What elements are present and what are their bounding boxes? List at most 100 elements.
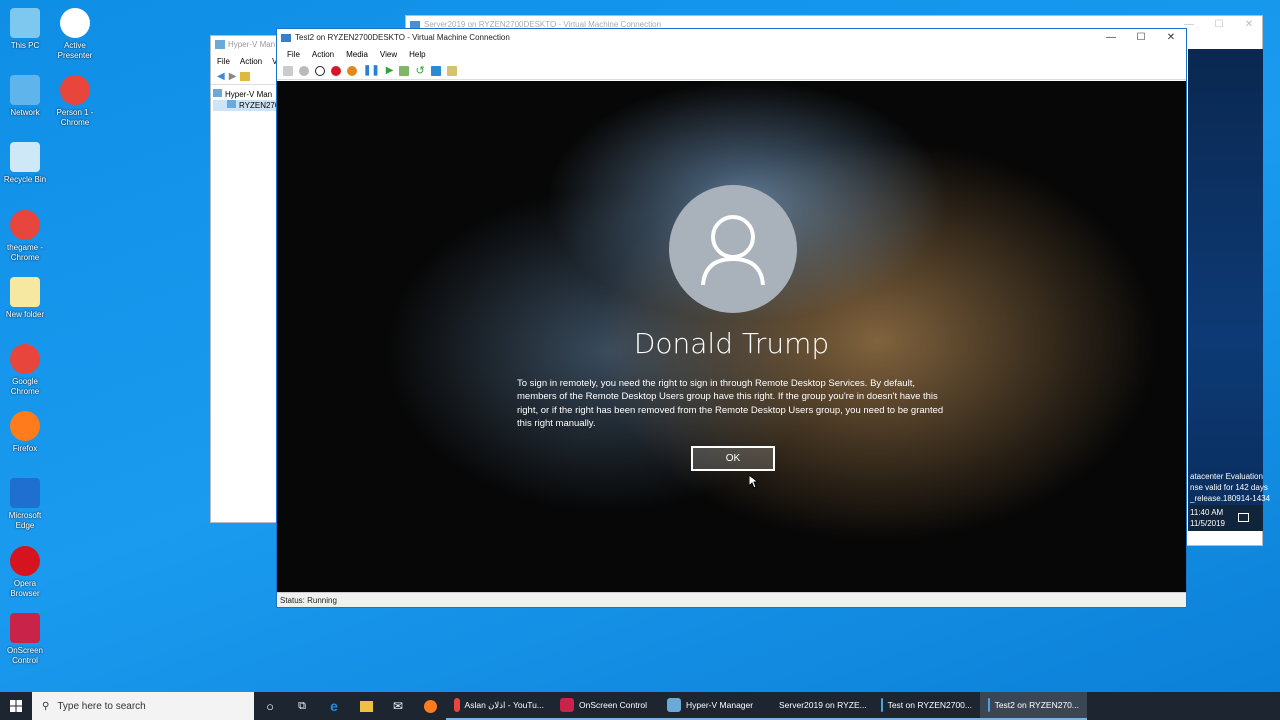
computer-icon [10, 8, 40, 38]
desktop-icon-label: Google Chrome [10, 377, 40, 396]
taskbar-app-button[interactable]: Hyper-V Manager [659, 692, 766, 720]
desktop-icon-label: Microsoft Edge [8, 511, 42, 530]
app-icon [560, 698, 574, 712]
menu-media[interactable]: Media [342, 50, 376, 59]
mouse-cursor-icon [749, 475, 759, 489]
watermark-line: nse valid for 142 days [1190, 483, 1268, 492]
desktop-icon[interactable]: Active Presenter [50, 8, 100, 61]
activepresenter-icon [60, 8, 90, 38]
maximize-button[interactable]: ☐ [1204, 16, 1234, 33]
clock-time: 11:40 AM [1190, 508, 1224, 517]
start-button[interactable] [0, 692, 32, 720]
vm-screen[interactable]: atacenter Evaluation nse valid for 142 d… [1188, 49, 1270, 531]
ok-button[interactable]: OK [691, 446, 775, 471]
shutdown-icon[interactable] [331, 65, 341, 76]
start-icon[interactable] [299, 65, 309, 76]
desktop-icon[interactable]: Network [0, 75, 50, 118]
checkpoint-icon[interactable] [399, 65, 410, 76]
taskbar: ⚲ Type here to search ○ ⧉ e ✉ Aslan اذلان… [0, 692, 1280, 720]
desktop-icon-label: OnScreen Control [6, 646, 44, 665]
menu-help[interactable]: Help [405, 50, 433, 59]
cortana-icon[interactable]: ○ [254, 699, 286, 714]
forward-icon[interactable]: ▶ [229, 71, 237, 82]
menu-view[interactable]: View [376, 50, 405, 59]
desktop-icon[interactable]: OnScreen Control [0, 613, 50, 666]
desktop-icon[interactable]: New folder [0, 277, 50, 320]
firefox-icon[interactable] [414, 699, 446, 713]
taskbar-app-button[interactable]: Test on RYZEN2700... [873, 692, 980, 720]
minimize-button[interactable]: — [1096, 29, 1126, 46]
taskbar-app-button[interactable]: Server2019 on RYZE... [766, 692, 873, 720]
clock-date: 11/5/2019 [1190, 519, 1225, 528]
edge-icon [10, 478, 40, 508]
taskbar-app-button[interactable]: Test2 on RYZEN270... [980, 692, 1087, 720]
desktop-icon[interactable]: thegame - Chrome [0, 210, 50, 263]
desktop-icon[interactable]: Person 1 - Chrome [50, 75, 100, 128]
up-folder-icon[interactable] [240, 72, 251, 81]
desktop-icon-label: This PC [10, 41, 40, 50]
pause-icon[interactable]: ❚❚ [363, 65, 380, 76]
desktop-icon[interactable]: Firefox [0, 411, 50, 454]
ctrl-alt-del-icon[interactable] [283, 65, 293, 76]
mail-icon[interactable]: ✉ [382, 699, 414, 713]
share-icon[interactable] [446, 65, 457, 76]
monitor-icon [281, 33, 291, 42]
menu-file[interactable]: File [283, 50, 308, 59]
hyperv-icon [215, 40, 225, 49]
desktop-icon[interactable]: Microsoft Edge [0, 478, 50, 531]
close-button[interactable]: ✕ [1156, 29, 1186, 46]
revert-icon[interactable]: ↺ [415, 64, 424, 77]
desktop-icon-label: Opera Browser [10, 579, 40, 598]
maximize-button[interactable]: ☐ [1126, 29, 1156, 46]
watermark-line: _release.180914-1434 [1190, 494, 1271, 503]
edge-icon[interactable]: e [318, 698, 350, 714]
app-label: Test2 on RYZEN270... [994, 700, 1079, 710]
resume-icon[interactable]: ▶ [386, 65, 394, 76]
network-icon [10, 75, 40, 105]
window-title: Test2 on RYZEN2700DESKTO - Virtual Machi… [295, 33, 510, 42]
status-bar: Status: Running [277, 592, 1186, 607]
desktop-icon-label: Active Presenter [57, 41, 93, 60]
back-icon[interactable]: ◀ [217, 71, 225, 82]
desktop-icon-label: Recycle Bin [3, 175, 47, 184]
taskbar-search-input[interactable]: ⚲ Type here to search [32, 692, 254, 720]
recycle-bin-icon [10, 142, 40, 172]
test2-vm-window[interactable]: Test2 on RYZEN2700DESKTO - Virtual Machi… [276, 28, 1187, 608]
toolbar: ❚❚ ▶ ↺ [277, 62, 1186, 80]
turn-off-icon[interactable] [315, 65, 325, 76]
desktop-icon[interactable]: This PC [0, 8, 50, 51]
desktop-icon-label: thegame - Chrome [6, 243, 44, 262]
save-state-icon[interactable] [347, 65, 357, 76]
menu-action[interactable]: Action [308, 50, 342, 59]
enhanced-session-icon[interactable] [430, 65, 441, 76]
chrome-icon [10, 344, 40, 374]
desktop-icon-label: Network [10, 108, 40, 117]
file-explorer-icon[interactable] [350, 700, 382, 712]
app-label: Test on RYZEN2700... [887, 700, 972, 710]
app-icon [454, 698, 460, 712]
desktop-icon-label: Firefox [12, 444, 38, 453]
desktop-icon[interactable]: Opera Browser [0, 546, 50, 599]
task-view-icon[interactable]: ⧉ [286, 700, 318, 713]
taskbar-app-button[interactable]: Aslan اذلان - YouTu... [446, 692, 552, 720]
search-placeholder: Type here to search [57, 700, 146, 712]
menu-action[interactable]: Action [240, 57, 262, 66]
desktop-icon[interactable]: Recycle Bin [0, 142, 50, 185]
status-text: Status: Running [280, 596, 337, 605]
window-title: Hyper-V Man [228, 40, 276, 49]
chrome-icon [10, 210, 40, 240]
close-button[interactable]: ✕ [1234, 16, 1264, 33]
menu-bar: File Action Media View Help [277, 46, 1186, 62]
taskbar-app-button[interactable]: OnScreen Control [552, 692, 659, 720]
app-label: Hyper-V Manager [686, 700, 754, 710]
vm-screen[interactable]: Donald Trump To sign in remotely, you ne… [277, 81, 1186, 593]
notification-icon[interactable] [1238, 513, 1249, 522]
menu-file[interactable]: File [217, 57, 230, 66]
app-label: Aslan اذلان - YouTu... [464, 699, 544, 710]
app-label: OnScreen Control [579, 700, 648, 710]
app-label: Server2019 on RYZE... [779, 700, 867, 710]
watermark-line: atacenter Evaluation [1190, 472, 1263, 481]
user-name: Donald Trump [633, 327, 830, 360]
user-avatar-icon [669, 185, 797, 313]
desktop-icon[interactable]: Google Chrome [0, 344, 50, 397]
